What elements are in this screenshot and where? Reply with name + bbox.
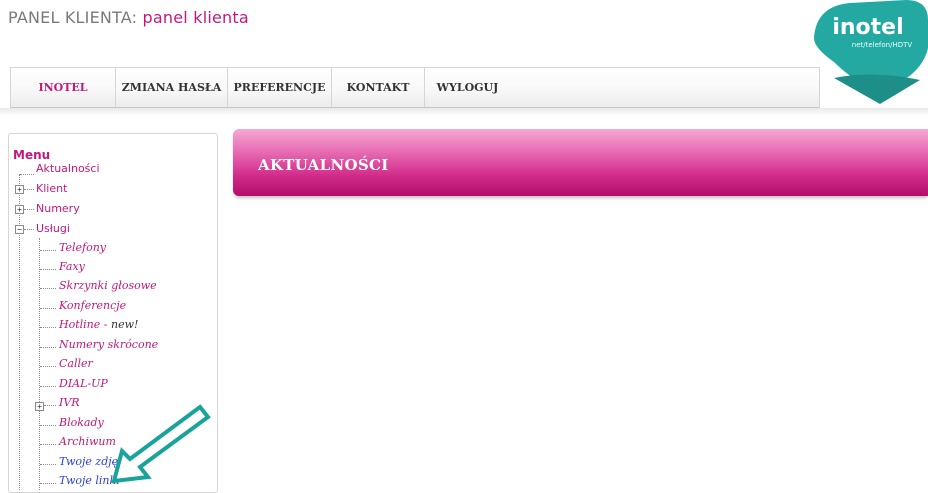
- inotel-logo: inotel net/telefon/HDTV: [814, 0, 928, 104]
- menu-title: Menu: [13, 148, 51, 162]
- sidebar-subitem-twoje-zdjecia[interactable]: Twoje zdjęcia: [59, 455, 134, 468]
- tree-connector: [20, 174, 34, 175]
- tree-connector: [24, 209, 34, 210]
- page-title-prefix: PANEL KLIENTA:: [8, 8, 138, 27]
- sidebar-item-klient[interactable]: Klient: [36, 182, 67, 195]
- tree-connector: [40, 464, 56, 465]
- tree-connector: [40, 288, 56, 289]
- sidebar-menu: Menu Aktualności + Klient + Numery − Usł…: [8, 133, 218, 493]
- section-title: AKTUALNOŚCI: [258, 156, 389, 174]
- sidebar-subitem-archiwum[interactable]: Archiwum: [59, 435, 116, 448]
- sidebar-subitem-numery-skrocone[interactable]: Numery skrócone: [59, 338, 158, 351]
- expand-plus-icon[interactable]: +: [35, 402, 44, 411]
- tree-line: [19, 174, 20, 490]
- page-title-accent: panel klienta: [142, 8, 249, 27]
- new-badge: new!: [110, 318, 139, 331]
- page-title: PANEL KLIENTA: panel klienta: [8, 8, 249, 27]
- tree-connector: [40, 444, 56, 445]
- sidebar-subitem-blokady[interactable]: Blokady: [59, 416, 104, 429]
- tree-connector: [40, 250, 56, 251]
- tree-connector: [40, 269, 56, 270]
- sidebar-item-numery[interactable]: Numery: [36, 202, 80, 215]
- sidebar-item-aktualnosci[interactable]: Aktualności: [36, 162, 100, 175]
- sidebar-subitem-dial-up[interactable]: DIAL-UP: [59, 377, 108, 390]
- collapse-minus-icon[interactable]: −: [15, 225, 24, 234]
- sidebar-subitem-hotline[interactable]: Hotline - new!: [59, 318, 138, 331]
- hotline-label: Hotline -: [59, 318, 111, 331]
- sidebar-item-uslugi[interactable]: Usługi: [36, 222, 70, 235]
- tree-connector: [24, 189, 34, 190]
- tree-connector: [40, 425, 56, 426]
- nav-shadow: [0, 108, 928, 116]
- tree-connector: [40, 347, 56, 348]
- expand-plus-icon[interactable]: +: [15, 185, 24, 194]
- tree-connector: [44, 405, 56, 406]
- main-nav: INOTEL ZMIANA HASŁA PREFERENCJE KONTAKT …: [10, 67, 820, 108]
- sidebar-subitem-caller[interactable]: Caller: [59, 357, 93, 370]
- nav-item-kontakt[interactable]: KONTAKT: [332, 68, 425, 107]
- nav-item-wyloguj[interactable]: WYLOGUJ: [425, 68, 510, 107]
- sidebar-subitem-twoje-linki[interactable]: Twoje linki: [59, 474, 120, 487]
- sidebar-subitem-skrzynki-glosowe[interactable]: Skrzynki głosowe: [59, 279, 157, 292]
- tree-connector: [40, 386, 56, 387]
- tree-connector: [40, 308, 56, 309]
- sidebar-subitem-ivr[interactable]: IVR: [59, 396, 80, 409]
- nav-item-zmiana-hasla[interactable]: ZMIANA HASŁA: [116, 68, 228, 107]
- section-banner: AKTUALNOŚCI: [233, 129, 928, 196]
- nav-item-preferencje[interactable]: PREFERENCJE: [228, 68, 332, 107]
- nav-item-inotel[interactable]: INOTEL: [11, 68, 116, 107]
- sidebar-subitem-faxy[interactable]: Faxy: [59, 260, 85, 273]
- tree-connector: [40, 483, 56, 484]
- tree-connector: [40, 366, 56, 367]
- tree-connector: [24, 229, 34, 230]
- svg-text:inotel: inotel: [832, 15, 903, 40]
- expand-plus-icon[interactable]: +: [15, 205, 24, 214]
- tree-line: [39, 238, 40, 490]
- svg-text:net/telefon/HDTV: net/telefon/HDTV: [852, 41, 913, 49]
- sidebar-subitem-telefony[interactable]: Telefony: [59, 241, 106, 254]
- sidebar-subitem-konferencje[interactable]: Konferencje: [59, 299, 126, 312]
- tree-connector: [40, 327, 56, 328]
